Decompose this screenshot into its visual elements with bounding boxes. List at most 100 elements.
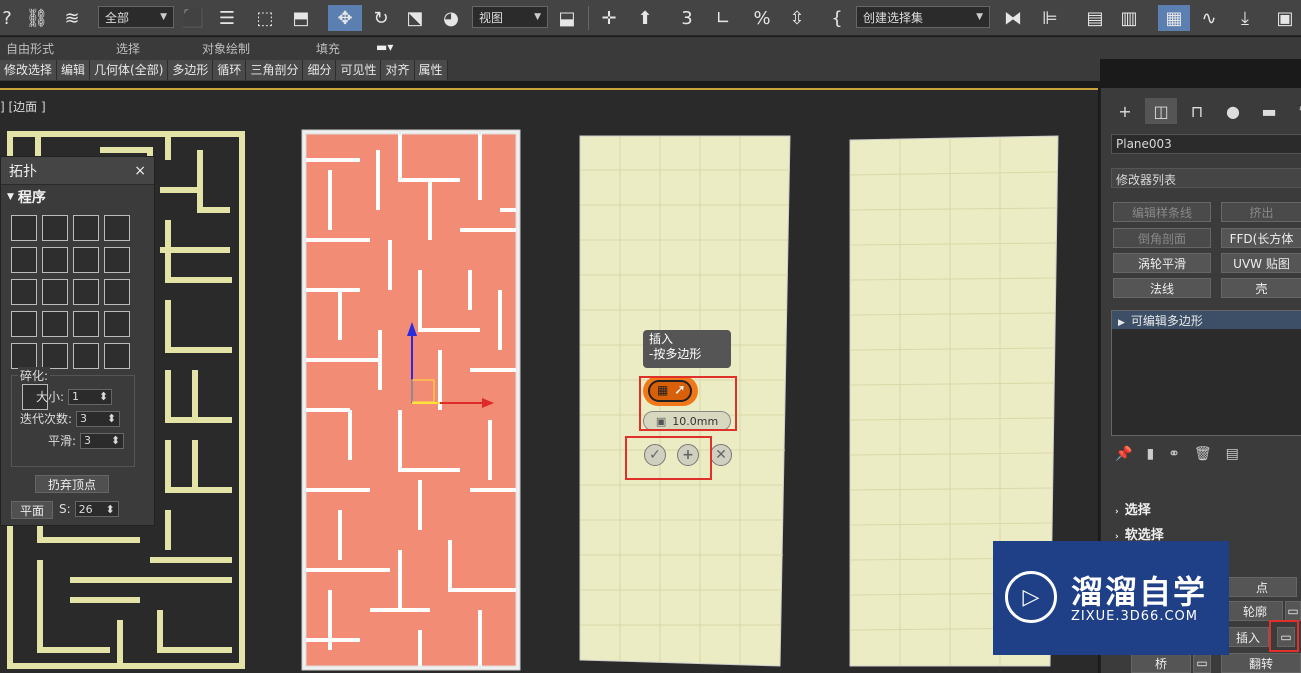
move-icon[interactable]: ✥ [328, 5, 362, 31]
ref-coord-dropdown[interactable]: 视图 ▼ [472, 6, 548, 28]
display-tab-icon[interactable]: ▬ [1253, 98, 1285, 124]
outline-settings-icon[interactable]: ▭ [1285, 601, 1301, 621]
make-unique-icon[interactable]: ⚭ [1168, 446, 1180, 466]
subtab-polygons[interactable]: 多边形 [168, 60, 214, 80]
iterations-spinner[interactable]: 3 ⬍ [76, 410, 121, 427]
subtab-loops[interactable]: 循环 [213, 60, 247, 80]
ribbon-tab-populate[interactable]: 填充 [316, 40, 340, 57]
align-icon[interactable]: ⊫ [1036, 5, 1064, 31]
ribbon-tab-freeform[interactable]: 自由形式 [6, 40, 54, 57]
unlink-icon[interactable]: ⛓ [26, 5, 49, 31]
subtab-edit[interactable]: 编辑 [57, 60, 91, 80]
discard-vertices-button[interactable]: 扔弃顶点 [35, 475, 109, 493]
scene-explorer-icon[interactable]: ▦ [1158, 5, 1190, 31]
scale-icon[interactable]: ⬔ [402, 5, 428, 31]
ribbon-tab-selection[interactable]: 选择 [116, 40, 140, 57]
outline-button[interactable]: 轮廓 [1227, 601, 1283, 621]
select-by-name-icon[interactable]: ☰ [214, 5, 240, 31]
bridge-settings-icon[interactable]: ▭ [1193, 653, 1211, 673]
pattern-tile-12[interactable] [104, 279, 130, 305]
select-manipulate-icon[interactable]: ✛ [596, 5, 622, 31]
subtab-align[interactable]: 对齐 [381, 60, 415, 80]
utilities-tab-icon[interactable]: ✎ [1289, 98, 1301, 124]
subtab-modify-selection[interactable]: 修改选择 [0, 60, 58, 80]
pattern-tile-2[interactable] [42, 215, 68, 241]
pattern-tile-14[interactable] [42, 311, 68, 337]
pattern-tile-15[interactable] [73, 311, 99, 337]
s-spinner[interactable]: 26 ⬍ [74, 501, 119, 517]
schematic-view-icon[interactable]: ⤓ [1232, 5, 1258, 31]
pattern-tile-20[interactable] [104, 343, 130, 369]
pivot-center-icon[interactable]: ⬓ [554, 5, 580, 31]
subtab-visibility[interactable]: 可见性 [336, 60, 382, 80]
material-editor-icon[interactable]: ▣ [1272, 5, 1298, 31]
pattern-tile-10[interactable] [42, 279, 68, 305]
normal-button[interactable]: 法线 [1113, 278, 1211, 298]
cancel-x-icon[interactable]: ✕ [710, 444, 732, 466]
pattern-tile-13[interactable] [11, 311, 37, 337]
placement-icon[interactable]: ◕ [438, 5, 464, 31]
pattern-tile-17[interactable] [11, 343, 37, 369]
named-selection-dropdown[interactable]: 创建选择集 ▼ [856, 6, 990, 28]
modifier-list-dropdown[interactable]: 修改器列表 [1111, 168, 1301, 188]
ribbon-tab-object-paint[interactable]: 对象绘制 [202, 40, 250, 57]
select-object-icon[interactable]: ⬛ [180, 5, 206, 31]
configure-sets-icon[interactable]: ▤ [1226, 446, 1239, 466]
flip-button[interactable]: 翻转 [1221, 653, 1301, 673]
pattern-tile-19[interactable] [73, 343, 99, 369]
pattern-tile-8[interactable] [104, 247, 130, 273]
edit-spline-button[interactable]: 编辑样条线 [1113, 202, 1211, 222]
show-end-result-icon[interactable]: ▮ [1146, 446, 1154, 466]
window-crossing-icon[interactable]: ⬒ [288, 5, 314, 31]
ribbon-options-icon[interactable]: ▬▾ [376, 40, 393, 54]
subtab-subdivision[interactable]: 细分 [303, 60, 337, 80]
pattern-tile-18[interactable] [42, 343, 68, 369]
smooth-spinner[interactable]: 3 ⬍ [80, 432, 125, 449]
rollout-selection[interactable]: › 选择 [1115, 499, 1151, 518]
toggle-ribbon-icon[interactable]: ▥ [1116, 5, 1142, 31]
pattern-tile-5[interactable] [11, 247, 37, 273]
snap-toggle-icon[interactable]: 3 [672, 5, 702, 31]
remove-modifier-icon[interactable]: 🗑 [1194, 446, 1212, 466]
bridge-button[interactable]: 桥 [1131, 653, 1191, 673]
spinner-snap-icon[interactable]: ⇳ [784, 5, 810, 31]
procedures-section[interactable]: ▼ 程序 [1, 185, 154, 209]
perspective-viewport[interactable]: ] [边面 ] [0, 88, 1098, 673]
pattern-tile-7[interactable] [73, 247, 99, 273]
pattern-tile-9[interactable] [11, 279, 37, 305]
rotate-icon[interactable]: ↻ [368, 5, 394, 31]
ffd-box-button[interactable]: FFD(长方体 [1221, 228, 1301, 248]
selection-filter-dropdown[interactable]: 全部 ▼ [98, 6, 174, 28]
edit-named-sets-icon[interactable]: { [822, 5, 852, 31]
layer-explorer-icon[interactable]: ▤ [1082, 5, 1108, 31]
curve-editor-icon[interactable]: ∿ [1196, 5, 1222, 31]
close-icon[interactable]: × [134, 163, 146, 179]
keyboard-shortcut-icon[interactable]: ⬆ [632, 5, 658, 31]
motion-tab-icon[interactable]: ● [1217, 98, 1249, 124]
rect-region-icon[interactable]: ⬚ [252, 5, 278, 31]
modify-tab-icon[interactable]: ◫ [1145, 98, 1177, 124]
object-name-field[interactable]: Plane003 [1111, 134, 1301, 154]
pattern-tile-16[interactable] [104, 311, 130, 337]
percent-snap-icon[interactable]: % [748, 5, 776, 31]
bind-spacewarp-icon[interactable]: ≋ [58, 5, 86, 31]
extrude-button[interactable]: 挤出 [1221, 202, 1301, 222]
uvw-map-button[interactable]: UVW 贴图 [1221, 253, 1301, 273]
create-tab-icon[interactable]: + [1109, 98, 1141, 124]
help-icon[interactable]: ? [0, 5, 14, 31]
pin-stack-icon[interactable]: 📌 [1115, 446, 1132, 466]
shell-button[interactable]: 壳 [1221, 278, 1301, 298]
plane-button[interactable]: 平面 [11, 501, 53, 519]
stack-item-editable-poly[interactable]: ▶ 可编辑多边形 [1112, 311, 1301, 329]
angle-snap-icon[interactable]: ∟ [710, 5, 736, 31]
subtab-tris[interactable]: 三角剖分 [246, 60, 304, 80]
bevel-profile-button[interactable]: 倒角剖面 [1113, 228, 1211, 248]
size-spinner[interactable]: 1 ⬍ [68, 388, 113, 405]
subtab-properties[interactable]: 属性 [414, 60, 448, 80]
turbosmooth-button[interactable]: 涡轮平滑 [1113, 253, 1211, 273]
pattern-tile-4[interactable] [104, 215, 130, 241]
pattern-tile-6[interactable] [42, 247, 68, 273]
pattern-tile-11[interactable] [73, 279, 99, 305]
edit-point-button[interactable]: 点 [1227, 577, 1297, 597]
inset-button[interactable]: 插入 [1227, 627, 1269, 647]
